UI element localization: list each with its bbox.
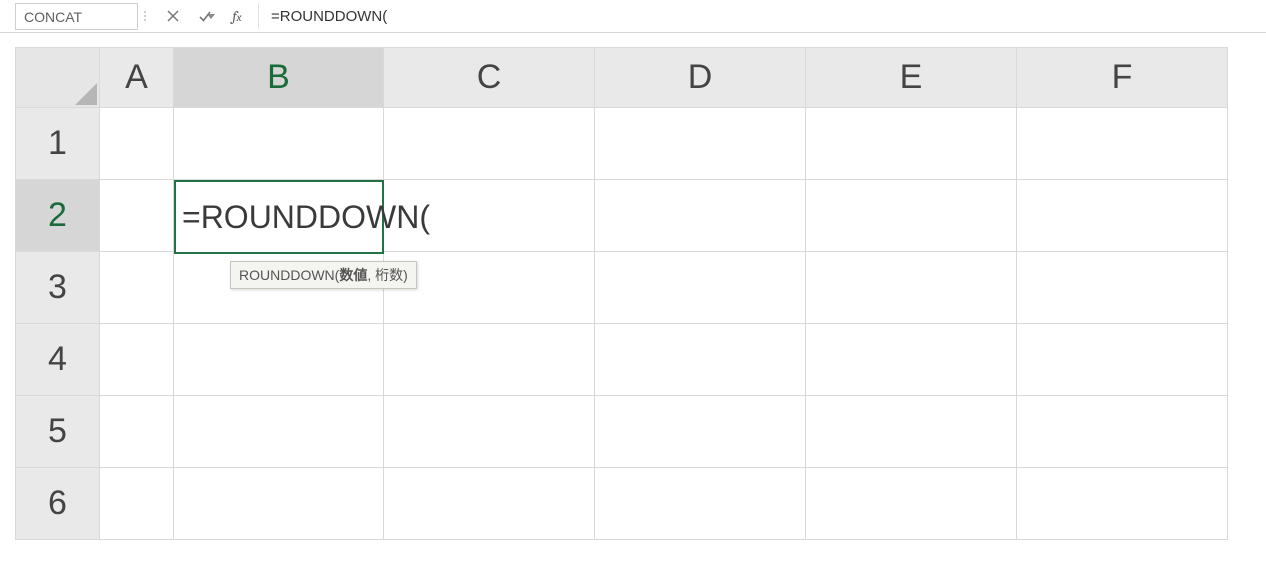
- cell-f4[interactable]: [1017, 324, 1228, 396]
- select-all-corner[interactable]: [16, 48, 100, 108]
- cell-e5[interactable]: [806, 396, 1017, 468]
- grid[interactable]: A B C D E F 1 2 3: [15, 47, 1228, 540]
- cell-d6[interactable]: [595, 468, 806, 540]
- cell-e3[interactable]: [806, 252, 1017, 324]
- col-head-b[interactable]: B: [174, 48, 384, 108]
- cell-b5[interactable]: [174, 396, 384, 468]
- tooltip-fn-name[interactable]: ROUNDDOWN: [239, 267, 335, 283]
- tooltip-arg-current[interactable]: 数値: [339, 267, 367, 283]
- row-head-6[interactable]: 6: [16, 468, 100, 540]
- cell-c5[interactable]: [384, 396, 595, 468]
- cancel-icon[interactable]: [162, 5, 184, 27]
- col-head-e[interactable]: E: [806, 48, 1017, 108]
- formula-bar: fx: [0, 0, 1266, 33]
- cell-b4[interactable]: [174, 324, 384, 396]
- cell-b6[interactable]: [174, 468, 384, 540]
- formula-input[interactable]: [269, 7, 1266, 26]
- row-head-2[interactable]: 2: [16, 180, 100, 252]
- cell-e4[interactable]: [806, 324, 1017, 396]
- cell-f3[interactable]: [1017, 252, 1228, 324]
- cell-d5[interactable]: [595, 396, 806, 468]
- cell-c4[interactable]: [384, 324, 595, 396]
- row-head-4[interactable]: 4: [16, 324, 100, 396]
- cell-a2[interactable]: [100, 180, 174, 252]
- tooltip-arg-rest[interactable]: , 桁数): [367, 267, 407, 283]
- cell-c2[interactable]: [384, 180, 595, 252]
- col-head-a[interactable]: A: [100, 48, 174, 108]
- row-head-5[interactable]: 5: [16, 396, 100, 468]
- cell-c6[interactable]: [384, 468, 595, 540]
- cell-a5[interactable]: [100, 396, 174, 468]
- cell-d4[interactable]: [595, 324, 806, 396]
- name-box[interactable]: [15, 3, 138, 30]
- cell-d2[interactable]: [595, 180, 806, 252]
- formula-bar-buttons: fx: [152, 3, 258, 29]
- cell-a6[interactable]: [100, 468, 174, 540]
- cell-e2[interactable]: [806, 180, 1017, 252]
- worksheet[interactable]: A B C D E F 1 2 3: [0, 33, 1266, 565]
- insert-function-icon[interactable]: fx: [226, 5, 248, 27]
- col-head-d[interactable]: D: [595, 48, 806, 108]
- cell-a1[interactable]: [100, 108, 174, 180]
- cell-f1[interactable]: [1017, 108, 1228, 180]
- cell-b1[interactable]: [174, 108, 384, 180]
- cell-e6[interactable]: [806, 468, 1017, 540]
- function-tooltip[interactable]: ROUNDDOWN(数値, 桁数): [230, 261, 417, 289]
- formula-input-wrap[interactable]: [258, 3, 1266, 29]
- col-head-f[interactable]: F: [1017, 48, 1228, 108]
- cell-e1[interactable]: [806, 108, 1017, 180]
- enter-icon[interactable]: [194, 5, 216, 27]
- cell-d3[interactable]: [595, 252, 806, 324]
- cell-f2[interactable]: [1017, 180, 1228, 252]
- cell-f5[interactable]: [1017, 396, 1228, 468]
- cell-c1[interactable]: [384, 108, 595, 180]
- formula-bar-separator: [138, 3, 152, 29]
- cell-d1[interactable]: [595, 108, 806, 180]
- cell-f6[interactable]: [1017, 468, 1228, 540]
- cell-a4[interactable]: [100, 324, 174, 396]
- row-head-3[interactable]: 3: [16, 252, 100, 324]
- row-head-1[interactable]: 1: [16, 108, 100, 180]
- cell-a3[interactable]: [100, 252, 174, 324]
- cell-b2[interactable]: [174, 180, 384, 252]
- col-head-c[interactable]: C: [384, 48, 595, 108]
